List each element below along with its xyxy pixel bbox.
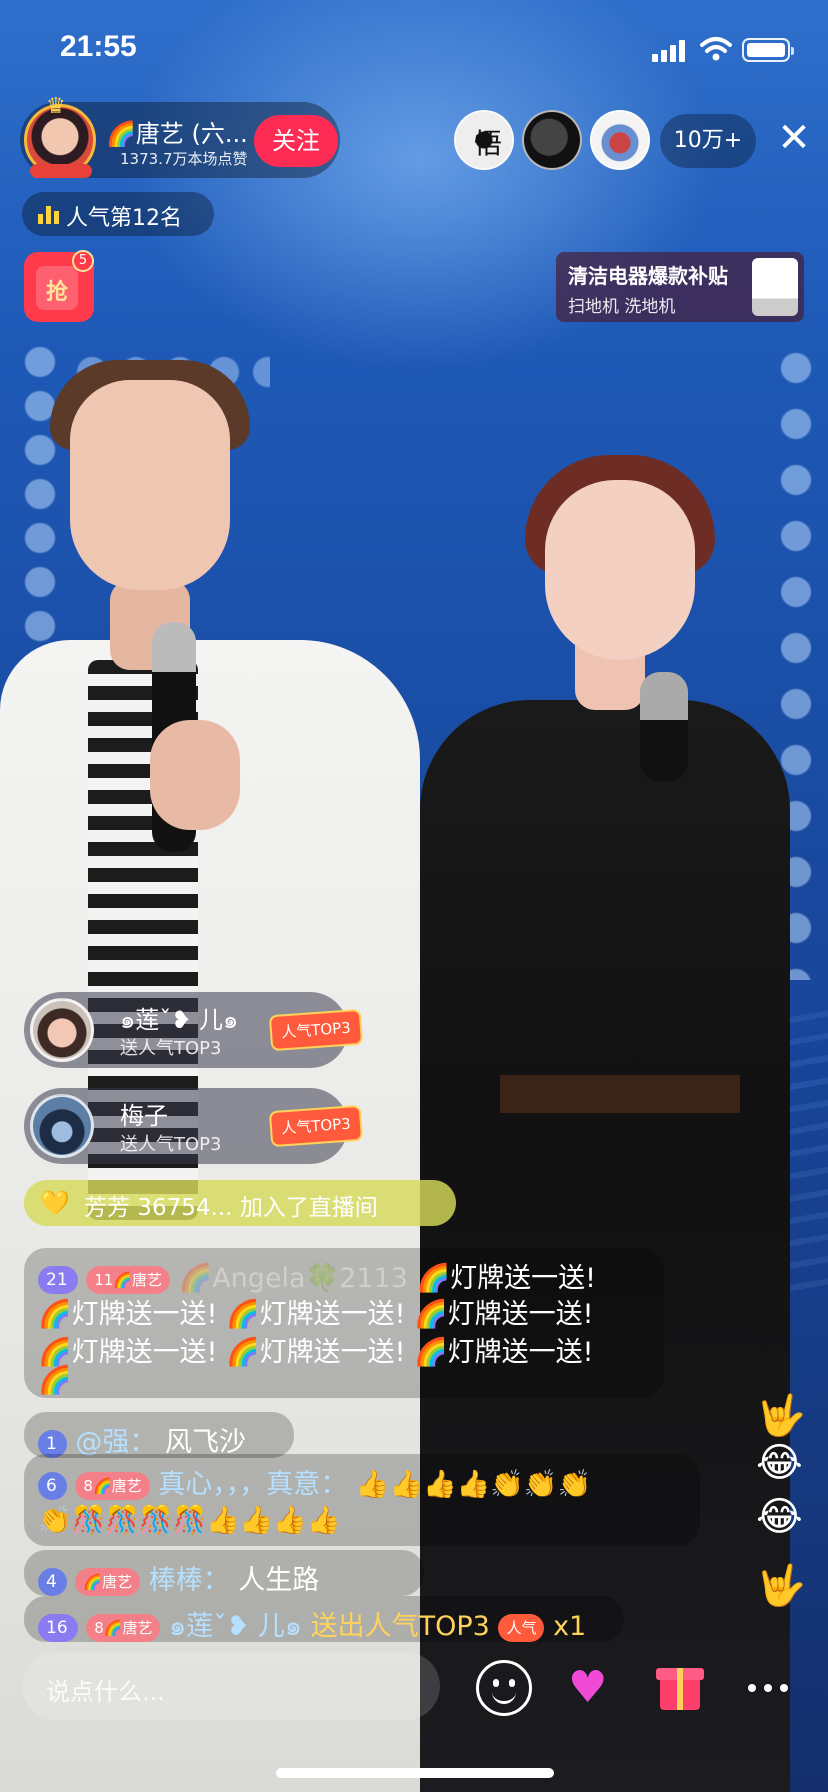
wifi-icon	[700, 37, 732, 61]
fan-club-badge: 8🌈唐艺	[75, 1471, 150, 1500]
performer-female-belt	[500, 1075, 740, 1113]
join-text: 芳芳 36754... 加入了直播间	[84, 1195, 378, 1221]
popularity-rank-text: 人气第12名	[66, 206, 182, 231]
chat-username[interactable]: 🌈Angela🍀2113	[179, 1263, 408, 1294]
gift-badge: 人气TOP3	[268, 1008, 364, 1052]
signal-icon	[652, 40, 686, 62]
floating-reaction: 😂	[756, 1440, 803, 1486]
gift-count: x1	[553, 1611, 587, 1642]
performer-female-microphone	[640, 672, 688, 782]
chat-text: 🌈灯牌送一送! 🌈灯牌送一送! 🌈灯牌送一送!	[38, 1299, 594, 1330]
chat-text: 🌈灯牌送一送! 🌈灯牌送一送! 🌈灯牌送一送!	[38, 1337, 594, 1368]
gift-sender-name: 梅子	[120, 1102, 168, 1130]
gift-badge: 人气TOP3	[268, 1104, 364, 1148]
gift-badge: 人气	[498, 1613, 545, 1642]
gift-icon[interactable]	[652, 1660, 708, 1716]
promo-card[interactable]: 清洁电器爆款补贴 扫地机 洗地机	[556, 252, 804, 322]
status-time: 21:55	[60, 30, 137, 63]
status-bar: 21:55	[0, 0, 828, 100]
top-viewer-avatar-3[interactable]	[590, 110, 650, 170]
rank-bars-icon	[38, 206, 60, 224]
gift-description: 送人气TOP3	[120, 1038, 222, 1059]
heart-icon[interactable]: ♥	[562, 1660, 618, 1716]
gift-banner[interactable]: ๑莲ˇ❥ 儿๑ 送人气TOP3 人气TOP3	[24, 992, 364, 1068]
user-level-badge: 16	[38, 1613, 78, 1642]
viewer-avatar-glyph: 悟	[474, 127, 503, 160]
viewer-count[interactable]: 10万+	[660, 114, 756, 168]
chat-text: 👍👍👍👍👏👏👏	[355, 1469, 592, 1500]
chat-username[interactable]: 棒棒：	[149, 1565, 230, 1596]
product-thumbnail	[752, 258, 798, 316]
performer-female-head	[545, 480, 695, 660]
crown-icon: ♛	[46, 94, 66, 119]
chat-message[interactable]: 1 @强： 风飞沙	[24, 1412, 294, 1458]
battery-icon	[742, 38, 794, 62]
chat-text: 🌈灯牌送一送!	[416, 1263, 596, 1294]
gift-sender-avatar[interactable]	[30, 1094, 94, 1158]
chat-row: 16 8🌈唐艺 ๑莲ˇ❥ 儿๑ 送出人气TOP3 人气 x1	[38, 1604, 586, 1647]
top-viewer-avatar-1[interactable]: 悟	[454, 110, 514, 170]
follow-button[interactable]: 关注	[254, 115, 338, 167]
chat-username[interactable]: ๑莲ˇ❥ 儿๑	[169, 1611, 302, 1642]
home-indicator[interactable]	[276, 1768, 554, 1778]
chat-row: 4 🌈唐艺 棒棒： 人生路	[38, 1558, 319, 1597]
comment-input[interactable]: 说点什么...	[22, 1652, 440, 1720]
heart-icon: 💛	[40, 1189, 70, 1217]
host-avatar-badge	[30, 164, 92, 178]
join-notification: 💛 芳芳 36754... 加入了直播间	[24, 1180, 456, 1226]
promo-title: 清洁电器爆款补贴	[568, 264, 728, 288]
fan-club-badge: 🌈唐艺	[75, 1567, 141, 1596]
user-level-badge: 6	[38, 1471, 67, 1500]
popularity-rank-pill[interactable]: 人气第12名	[22, 192, 214, 236]
close-icon[interactable]: ✕	[772, 118, 816, 162]
chat-row: 21 11🌈唐艺 🌈Angela🍀2113 🌈灯牌送一送!	[38, 1256, 596, 1295]
fan-club-badge: 11🌈唐艺	[86, 1265, 170, 1294]
user-level-badge: 4	[38, 1567, 67, 1596]
red-packet-badge: 5	[72, 250, 94, 272]
chat-message[interactable]: 16 8🌈唐艺 ๑莲ˇ❥ 儿๑ 送出人气TOP3 人气 x1	[24, 1596, 624, 1642]
floating-reaction: 🤟	[756, 1563, 806, 1609]
chat-text: 送出人气TOP3	[310, 1611, 490, 1642]
chat-message[interactable]: 6 8🌈唐艺 真心，，，真意： 👍👍👍👍👏👏👏 👏🎊🎊🎊🎊👍👍👍👍	[24, 1454, 700, 1546]
host-name: 🌈唐艺 (六...	[106, 120, 248, 148]
fan-club-badge: 8🌈唐艺	[86, 1613, 161, 1642]
chat-text: 👏🎊🎊🎊🎊👍👍👍👍	[38, 1505, 341, 1536]
chat-username[interactable]: 真心，，，真意：	[158, 1469, 347, 1500]
floating-reaction: 🤟	[756, 1393, 806, 1439]
performer-male-head	[70, 380, 230, 590]
gift-sender-avatar[interactable]	[30, 998, 94, 1062]
chat-text: 🌈	[38, 1365, 72, 1396]
chat-row: 6 8🌈唐艺 真心，，，真意： 👍👍👍👍👏👏👏	[38, 1462, 591, 1501]
top-viewer-avatar-2[interactable]	[522, 110, 582, 170]
performer-male-hand	[150, 720, 240, 830]
red-packet-label: 抢	[46, 280, 69, 305]
floating-reaction: 😂	[756, 1494, 803, 1540]
more-icon[interactable]	[740, 1660, 796, 1716]
user-level-badge: 21	[38, 1265, 78, 1294]
chat-message[interactable]: 4 🌈唐艺 棒棒： 人生路	[24, 1550, 424, 1596]
gift-banner[interactable]: 梅子 送人气TOP3 人气TOP3	[24, 1088, 364, 1164]
comment-input-placeholder: 说点什么...	[46, 1678, 165, 1706]
host-likes-count: 1373.7万本场点赞	[120, 150, 248, 168]
chat-text: 人生路	[238, 1565, 320, 1596]
chat-message[interactable]: 21 11🌈唐艺 🌈Angela🍀2113 🌈灯牌送一送! 🌈灯牌送一送! 🌈灯…	[24, 1248, 664, 1398]
gift-description: 送人气TOP3	[120, 1134, 222, 1155]
emoji-icon[interactable]	[476, 1660, 532, 1716]
promo-subtitle: 扫地机 洗地机	[568, 297, 676, 317]
